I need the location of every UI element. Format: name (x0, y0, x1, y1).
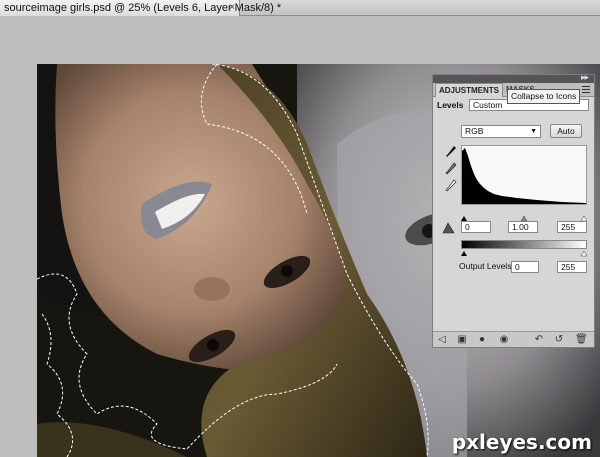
document-tab[interactable]: sourceimage girls.psd @ 25% (Levels 6, L… (0, 0, 281, 16)
adjustments-panel: ▸▸ ADJUSTMENTS MASKS Levels Custom RGB ▼… (432, 72, 595, 348)
collapse-panel-icon[interactable]: ▸▸ (581, 72, 589, 83)
panel-bottom-toolbar: ◁ ▣ ● ◉ ↶ ↺ 🗑 (433, 331, 594, 347)
clipping-warning-icon[interactable] (442, 222, 455, 234)
auto-button[interactable]: Auto (550, 124, 582, 138)
output-gradient-bar (461, 240, 587, 249)
output-levels-label: Output Levels: (459, 261, 514, 271)
delete-trash-icon[interactable]: 🗑 (575, 334, 588, 346)
eyedropper-gray-icon[interactable] (445, 162, 457, 176)
input-white-field[interactable]: 255 (557, 221, 587, 233)
close-tab-icon[interactable]: × (229, 0, 235, 16)
histogram (461, 145, 587, 205)
previous-state-icon[interactable]: ↶ (533, 334, 545, 346)
input-black-field[interactable]: 0 (461, 221, 491, 233)
output-levels-slider[interactable] (461, 250, 587, 257)
clip-to-layer-icon[interactable]: ● (476, 334, 488, 346)
output-black-field[interactable]: 0 (511, 261, 539, 273)
tooltip: Collapse to Icons (507, 89, 580, 104)
panel-title-bar[interactable]: ▸▸ (433, 72, 594, 83)
input-levels-slider[interactable] (461, 209, 588, 222)
eyedropper-black-icon[interactable] (445, 145, 457, 159)
return-to-list-icon[interactable]: ◁ (436, 334, 448, 346)
reset-icon[interactable]: ↺ (553, 334, 565, 346)
document-tab-title: sourceimage girls.psd @ 25% (Levels 6, L… (4, 2, 282, 14)
levels-label: Levels (437, 100, 464, 110)
document-tab-bar: sourceimage girls.psd @ 25% (Levels 6, L… (0, 0, 600, 16)
panel-menu-icon[interactable] (582, 86, 590, 93)
channel-select[interactable]: RGB ▼ (461, 125, 541, 138)
visibility-eye-icon[interactable]: ◉ (498, 334, 510, 346)
expanded-view-icon[interactable]: ▣ (456, 334, 468, 346)
watermark: pxleyes.com (451, 430, 592, 454)
output-white-field[interactable]: 255 (557, 261, 587, 273)
input-gamma-field[interactable]: 1.00 (508, 221, 538, 233)
chevron-down-icon: ▼ (530, 128, 537, 135)
eyedropper-white-icon[interactable] (445, 179, 457, 193)
tab-adjustments[interactable]: ADJUSTMENTS (435, 83, 504, 97)
channel-value: RGB (465, 126, 484, 136)
